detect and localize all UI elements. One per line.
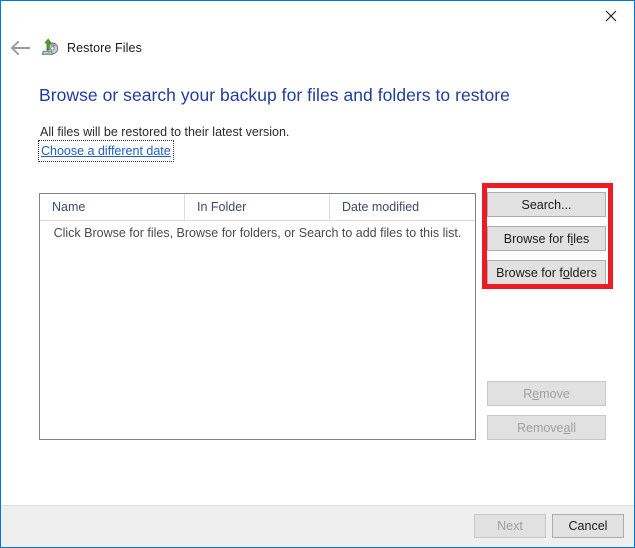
cancel-post: Cancel bbox=[568, 519, 608, 533]
back-button[interactable] bbox=[2, 33, 36, 63]
restore-version-note: All files will be restored to their late… bbox=[40, 125, 290, 139]
restore-files-window: Restore Files Browse or search your back… bbox=[0, 0, 635, 548]
navigation-row: Restore Files bbox=[1, 31, 634, 65]
browse-files-pre: Browse for f bbox=[503, 231, 571, 246]
remove-actions-panel: Re move Remove a ll bbox=[487, 381, 606, 440]
close-icon bbox=[605, 10, 617, 21]
restore-files-icon bbox=[41, 38, 59, 55]
column-header-date-modified[interactable]: Date modified bbox=[329, 194, 477, 220]
column-header-in-folder[interactable]: In Folder bbox=[184, 194, 329, 220]
browse-folders-pre: Browse for f bbox=[496, 265, 563, 280]
title-bar bbox=[1, 1, 634, 30]
remove-all-pre: Remove bbox=[516, 420, 564, 435]
search-button[interactable]: Search... bbox=[487, 192, 606, 217]
browse-files-post: les bbox=[573, 231, 590, 246]
column-header-name[interactable]: Name bbox=[40, 194, 184, 220]
cancel-button[interactable]: Cancel bbox=[552, 514, 624, 538]
listview-header: Name In Folder Date modified bbox=[40, 194, 475, 221]
remove-mnemonic: e bbox=[532, 386, 540, 401]
browse-for-files-button[interactable]: Browse for f i les bbox=[487, 226, 606, 251]
remove-button[interactable]: Re move bbox=[487, 381, 606, 406]
page-title: Browse or search your backup for files a… bbox=[39, 85, 510, 105]
close-button[interactable] bbox=[588, 1, 634, 30]
listview-empty-message: Click Browse for files, Browse for folde… bbox=[53, 226, 462, 240]
search-button-pre: S bbox=[521, 197, 530, 212]
next-pre: N bbox=[497, 519, 507, 533]
choose-a-different-date-link[interactable]: Choose a different date bbox=[41, 144, 171, 158]
back-arrow-icon bbox=[10, 40, 30, 56]
files-listview[interactable]: Name In Folder Date modified Click Brows… bbox=[39, 193, 476, 440]
remove-post: move bbox=[539, 386, 570, 401]
browse-folders-post: lders bbox=[569, 265, 597, 280]
search-button-post: earch... bbox=[529, 197, 572, 212]
choose-date-focus-ring: Choose a different date bbox=[38, 140, 174, 162]
remove-all-mnemonic: a bbox=[563, 420, 571, 435]
next-post: ext bbox=[506, 519, 523, 533]
browse-folders-mnemonic: o bbox=[562, 265, 570, 280]
browse-for-folders-button[interactable]: Browse for f o lders bbox=[487, 260, 606, 285]
browse-actions-panel: Search... Browse for f i les Browse for fo… bbox=[487, 192, 606, 285]
dialog-footer: Next Cancel bbox=[1, 505, 634, 547]
remove-all-post: ll bbox=[570, 420, 577, 435]
next-button[interactable]: Next bbox=[474, 514, 546, 538]
remove-pre: R bbox=[523, 386, 533, 401]
app-title: Restore Files bbox=[67, 41, 142, 55]
remove-all-button[interactable]: Remove a ll bbox=[487, 415, 606, 440]
